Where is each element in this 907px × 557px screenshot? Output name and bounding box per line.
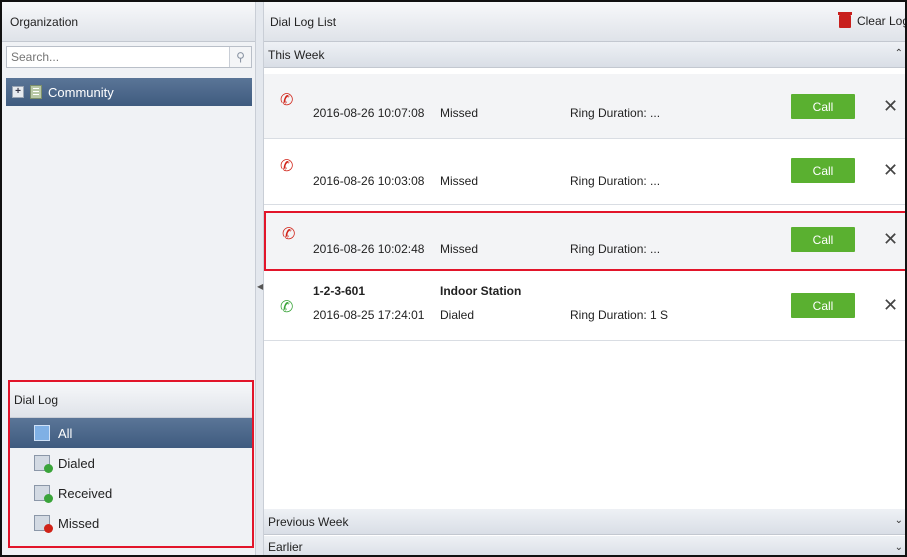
- list-icon: [34, 425, 50, 441]
- section-title: Earlier: [268, 540, 303, 554]
- received-log-icon: [34, 485, 53, 503]
- dial-log-entries: ✆ 2016-08-26 10:07:08 Missed Ring Durati…: [264, 68, 905, 506]
- entry-datetime: 2016-08-26 10:07:08: [313, 106, 425, 120]
- chevron-down-icon[interactable]: ⌄: [895, 542, 903, 553]
- dial-log-entry[interactable]: ✆ 2016-08-26 10:03:08 Missed Ring Durati…: [264, 140, 905, 205]
- entry-status: Missed: [440, 106, 479, 120]
- search-box: ⚲: [6, 46, 252, 68]
- building-icon: [30, 85, 42, 99]
- dialed-log-icon: [34, 455, 53, 473]
- missed-call-icon: ✆: [280, 92, 294, 109]
- right-panel: Dial Log List Clear Log This Week ⌃ ✆ 20…: [264, 2, 907, 555]
- dial-log-entry-selected[interactable]: ✆ 2016-08-26 10:02:48 Missed Ring Durati…: [264, 211, 905, 271]
- dial-log-item-label: Received: [58, 485, 113, 501]
- entry-ring-duration: Ring Duration: ...: [570, 242, 661, 256]
- search-icon[interactable]: ⚲: [229, 47, 251, 67]
- entry-datetime: 2016-08-25 17:24:01: [313, 308, 425, 322]
- section-title: Previous Week: [268, 514, 349, 529]
- entry-ring-duration: Ring Duration: 1 S: [570, 308, 669, 322]
- entry-datetime: 2016-08-26 10:02:48: [313, 242, 425, 256]
- application-window: Organization ⚲ + Community Dial Log All …: [0, 0, 907, 557]
- collapse-left-icon[interactable]: ◀: [257, 282, 263, 291]
- dial-log-panel: Dial Log All Dialed Received Missed: [8, 380, 254, 548]
- section-earlier[interactable]: Earlier ⌄: [264, 536, 905, 555]
- chevron-up-icon[interactable]: ⌃: [895, 48, 903, 59]
- panel-splitter[interactable]: ◀: [256, 2, 264, 555]
- entry-ring-duration: Ring Duration: ...: [570, 106, 661, 120]
- dial-log-item-received[interactable]: Received: [10, 478, 252, 508]
- dial-log-header: Dial Log: [10, 382, 252, 418]
- dial-log-item-dialed[interactable]: Dialed: [10, 448, 252, 478]
- entry-datetime: 2016-08-26 10:03:08: [313, 174, 425, 188]
- call-button[interactable]: Call: [791, 293, 855, 318]
- dial-log-list-header: Dial Log List Clear Log: [264, 2, 907, 42]
- organization-header: Organization: [2, 2, 255, 42]
- call-button[interactable]: Call: [791, 94, 855, 119]
- call-button[interactable]: Call: [791, 158, 855, 183]
- entry-ring-duration: Ring Duration: ...: [570, 174, 661, 188]
- entry-status: Dialed: [440, 308, 475, 322]
- dial-log-item-label: All: [58, 425, 73, 441]
- trash-icon: [837, 11, 852, 28]
- dial-log-item-missed[interactable]: Missed: [10, 508, 252, 538]
- left-panel: Organization ⚲ + Community Dial Log All …: [2, 2, 256, 555]
- clear-log-button[interactable]: Clear Log: [837, 11, 907, 28]
- dialed-call-icon: ✆: [280, 299, 294, 316]
- expand-icon[interactable]: +: [12, 86, 24, 98]
- dial-log-item-all[interactable]: All: [10, 418, 252, 448]
- entry-status: Missed: [440, 174, 479, 188]
- search-input[interactable]: [7, 47, 229, 67]
- delete-entry-icon[interactable]: ✕: [883, 97, 898, 115]
- dial-log-item-label: Dialed: [58, 455, 95, 471]
- call-button[interactable]: Call: [791, 227, 855, 252]
- entry-name: 1-2-3-601: [313, 284, 366, 298]
- dial-log-list-title: Dial Log List: [270, 14, 337, 29]
- delete-entry-icon[interactable]: ✕: [883, 296, 898, 314]
- missed-log-icon: [34, 515, 53, 533]
- organization-title: Organization: [10, 14, 79, 29]
- section-previous-week[interactable]: Previous Week ⌄: [264, 509, 905, 535]
- missed-call-icon: ✆: [280, 158, 294, 175]
- tree-item-community[interactable]: + Community: [6, 78, 252, 106]
- tree-item-label: Community: [48, 84, 114, 100]
- dial-log-entry[interactable]: ✆ 1-2-3-601 Indoor Station 2016-08-25 17…: [264, 273, 905, 341]
- dial-log-entry[interactable]: ✆ 2016-08-26 10:07:08 Missed Ring Durati…: [264, 74, 905, 139]
- dial-log-item-label: Missed: [58, 515, 100, 531]
- clear-log-label: Clear Log: [856, 14, 907, 28]
- section-this-week[interactable]: This Week ⌃: [264, 42, 905, 68]
- dial-log-title: Dial Log: [14, 392, 59, 407]
- missed-call-icon: ✆: [282, 226, 296, 243]
- entry-device-type: Indoor Station: [440, 284, 522, 298]
- delete-entry-icon[interactable]: ✕: [883, 161, 898, 179]
- section-title: This Week: [268, 47, 325, 62]
- chevron-down-icon[interactable]: ⌄: [895, 515, 903, 526]
- delete-entry-icon[interactable]: ✕: [883, 230, 898, 248]
- entry-status: Missed: [440, 242, 479, 256]
